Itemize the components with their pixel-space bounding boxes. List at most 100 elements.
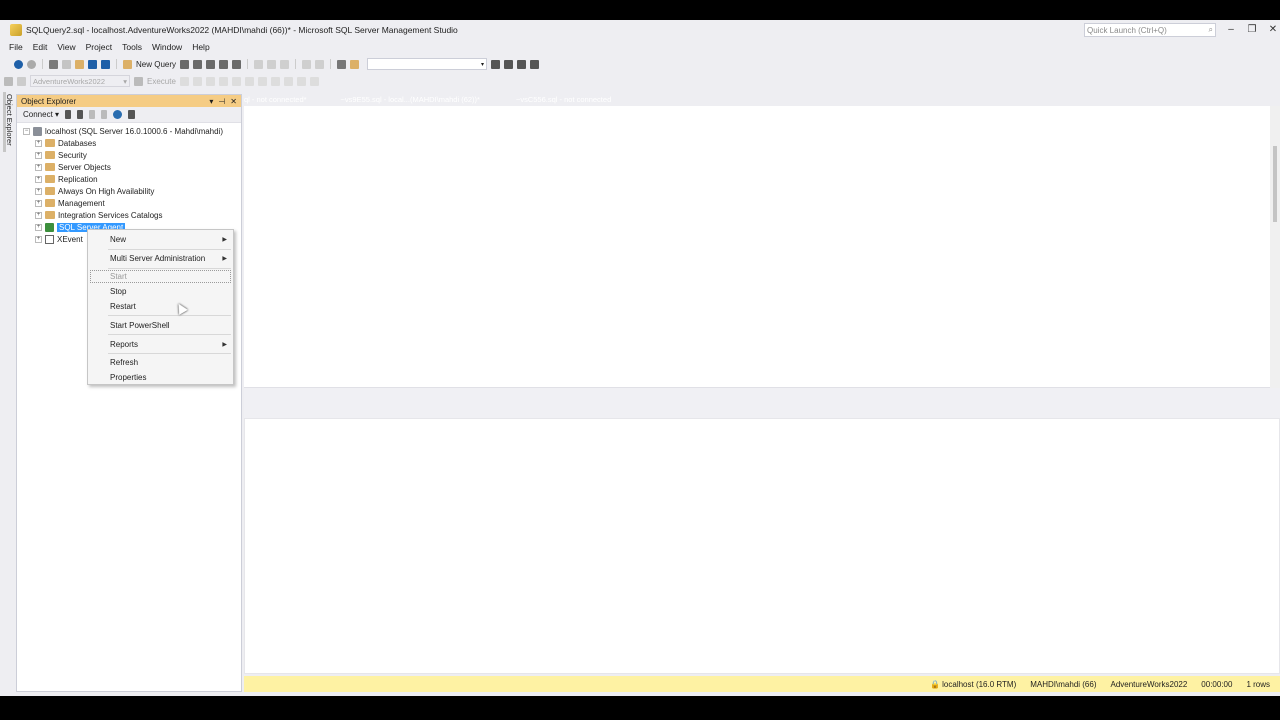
- parse-icon[interactable]: [192, 76, 202, 86]
- query-options-icon[interactable]: [218, 76, 228, 86]
- find-in-files-icon[interactable]: [350, 59, 360, 69]
- properties-window-icon[interactable]: [491, 59, 501, 69]
- restore-button[interactable]: ❐: [1243, 22, 1261, 38]
- menu-item-multi-server-administration[interactable]: Multi Server Administration: [110, 252, 205, 266]
- expand-icon[interactable]: +: [35, 151, 42, 159]
- menu-edit[interactable]: Edit: [28, 42, 53, 52]
- menu-item-start[interactable]: Start: [110, 270, 127, 284]
- connect-dropdown-button[interactable]: Connect ▾: [23, 110, 59, 119]
- window-position-icon[interactable]: ▾: [209, 97, 213, 106]
- menu-window[interactable]: Window: [147, 42, 187, 52]
- results-to-grid-icon[interactable]: [244, 76, 254, 86]
- tree-node-always-on[interactable]: + Always On High Availability: [17, 185, 241, 197]
- copy-icon[interactable]: [267, 59, 277, 69]
- connect-icon[interactable]: [4, 76, 13, 86]
- results-to-text-icon[interactable]: [231, 76, 241, 86]
- node-label: Replication: [58, 174, 98, 184]
- expand-icon[interactable]: +: [35, 235, 42, 243]
- forward-icon[interactable]: [27, 59, 36, 69]
- paste-icon[interactable]: [280, 59, 290, 69]
- refresh-icon[interactable]: [113, 110, 123, 119]
- filter-icon[interactable]: [101, 110, 108, 119]
- execute-icon[interactable]: [134, 76, 143, 86]
- cut-icon[interactable]: [254, 59, 264, 69]
- editor-results-splitter[interactable]: [244, 388, 1280, 418]
- available-databases-dropdown[interactable]: AdventureWorks2022 ▾: [30, 75, 130, 87]
- registered-servers-icon[interactable]: [530, 59, 540, 69]
- template-explorer-icon[interactable]: [517, 59, 527, 69]
- new-query-icon[interactable]: [123, 59, 132, 69]
- close-icon[interactable]: ✕: [230, 97, 237, 106]
- quick-launch-input[interactable]: Quick Launch (Ctrl+Q) ⌕: [1084, 23, 1216, 37]
- menu-item-stop[interactable]: Stop: [110, 285, 126, 299]
- expand-icon[interactable]: +: [35, 187, 42, 195]
- expand-icon[interactable]: +: [35, 163, 42, 171]
- tab-document[interactable]: ql - not connected*: [244, 94, 307, 106]
- analysis-dax-query-icon[interactable]: [232, 59, 242, 69]
- menu-project[interactable]: Project: [81, 42, 117, 52]
- results-pane[interactable]: [244, 418, 1280, 674]
- analysis-xmla-query-icon[interactable]: [219, 59, 229, 69]
- uncomment-icon[interactable]: [283, 76, 293, 86]
- results-to-file-icon[interactable]: [257, 76, 267, 86]
- expand-icon[interactable]: +: [35, 139, 42, 147]
- tree-node-server-objects[interactable]: + Server Objects: [17, 161, 241, 173]
- connect-object-explorer-icon[interactable]: [65, 110, 72, 119]
- stop-icon[interactable]: [89, 110, 96, 119]
- tab-document[interactable]: ~vsC556.sql - not connected: [516, 94, 611, 106]
- analysis-mdx-query-icon[interactable]: [193, 59, 203, 69]
- menu-item-reports[interactable]: Reports: [110, 338, 138, 352]
- save-icon[interactable]: [88, 59, 97, 69]
- activity-monitor-icon[interactable]: [337, 59, 347, 69]
- menu-help[interactable]: Help: [187, 42, 214, 52]
- cancel-query-icon[interactable]: [179, 76, 189, 86]
- activity-icon[interactable]: [128, 110, 136, 119]
- execute-button[interactable]: Execute: [147, 77, 176, 86]
- db-engine-query-icon[interactable]: [180, 59, 190, 69]
- comment-icon[interactable]: [270, 76, 280, 86]
- editor-scrollbar[interactable]: [1270, 106, 1280, 388]
- scrollbar-thumb[interactable]: [1273, 146, 1277, 222]
- solution-configurations-dropdown[interactable]: ▾: [367, 58, 488, 70]
- save-all-icon[interactable]: [101, 59, 110, 69]
- tree-node-databases[interactable]: + Databases: [17, 137, 241, 149]
- new-project-icon[interactable]: [49, 59, 58, 69]
- undo-icon[interactable]: [302, 59, 312, 69]
- disconnect-icon[interactable]: [77, 110, 84, 119]
- expand-icon[interactable]: +: [35, 223, 42, 231]
- toolbox-icon[interactable]: [504, 59, 514, 69]
- open-file-icon[interactable]: [75, 59, 84, 69]
- analysis-dmx-query-icon[interactable]: [206, 59, 216, 69]
- menu-tools[interactable]: Tools: [117, 42, 147, 52]
- pin-icon[interactable]: ⊣: [218, 97, 225, 106]
- increase-indent-icon[interactable]: [309, 76, 319, 86]
- display-plan-icon[interactable]: [205, 76, 215, 86]
- menu-item-refresh[interactable]: Refresh: [110, 356, 138, 370]
- decrease-indent-icon[interactable]: [296, 76, 306, 86]
- query-editor[interactable]: [244, 106, 1280, 388]
- close-button[interactable]: ✕: [1264, 22, 1280, 38]
- menu-file[interactable]: File: [4, 42, 28, 52]
- collapse-icon[interactable]: −: [23, 127, 30, 135]
- redo-icon[interactable]: [315, 59, 325, 69]
- menu-item-restart[interactable]: Restart: [110, 300, 136, 314]
- expand-icon[interactable]: +: [35, 175, 42, 183]
- expand-icon[interactable]: +: [35, 199, 42, 207]
- tree-node-server[interactable]: − localhost (SQL Server 16.0.1000.6 - Ma…: [17, 125, 241, 137]
- tree-node-security[interactable]: + Security: [17, 149, 241, 161]
- expand-icon[interactable]: +: [35, 211, 42, 219]
- menu-item-start-powershell[interactable]: Start PowerShell: [110, 319, 170, 333]
- new-query-button[interactable]: New Query: [136, 60, 176, 69]
- tree-node-management[interactable]: + Management: [17, 197, 241, 209]
- tree-node-replication[interactable]: + Replication: [17, 173, 241, 185]
- add-item-icon[interactable]: [62, 59, 71, 69]
- back-icon[interactable]: [14, 59, 23, 69]
- minimize-button[interactable]: –: [1222, 22, 1240, 38]
- menu-item-properties[interactable]: Properties: [110, 371, 146, 385]
- menu-item-new[interactable]: New: [110, 233, 126, 247]
- tab-document[interactable]: ~vs9E55.sql - local...(MAHDI\mahdi (62))…: [341, 94, 480, 106]
- change-connection-icon[interactable]: [17, 76, 26, 86]
- tree-node-integration-services[interactable]: + Integration Services Catalogs: [17, 209, 241, 221]
- object-explorer-side-tab[interactable]: Object Explorer: [3, 92, 14, 152]
- menu-view[interactable]: View: [52, 42, 80, 52]
